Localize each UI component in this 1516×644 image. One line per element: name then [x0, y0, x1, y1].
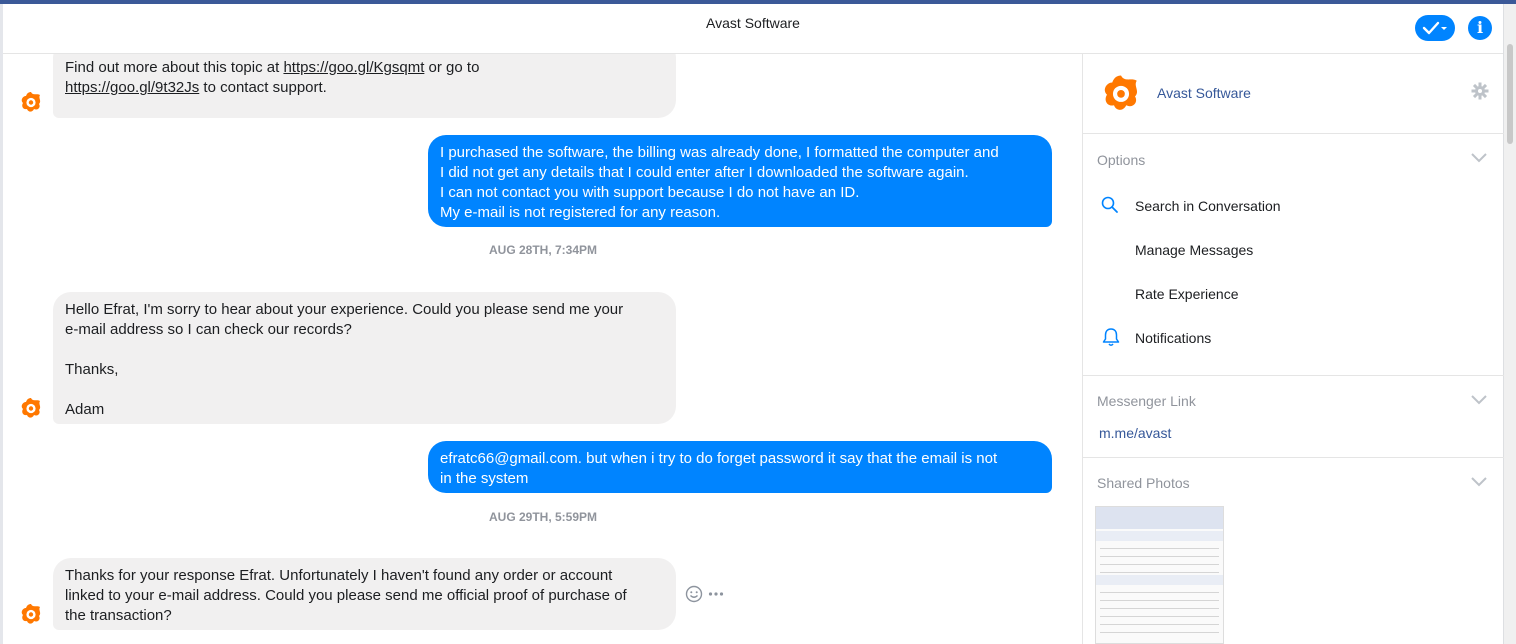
photo-row — [1100, 592, 1219, 593]
chevron-down-icon[interactable] — [1471, 153, 1487, 163]
photo-row — [1100, 556, 1219, 557]
message-timestamp: AUG 29TH, 5:59PM — [488, 510, 598, 524]
chevron-down-icon[interactable] — [1471, 395, 1487, 405]
photo-row — [1100, 548, 1219, 549]
options-section-title[interactable]: Options — [1097, 152, 1145, 168]
message-text: or go to — [424, 59, 480, 76]
conversation-panel[interactable]: Find out more about this topic at https:… — [3, 54, 1082, 644]
avast-logo-icon — [1104, 75, 1138, 110]
message-bubble-incoming: Thanks for your response Efrat. Unfortun… — [53, 558, 676, 630]
photo-row — [1100, 600, 1219, 601]
avast-avatar-icon — [21, 604, 41, 624]
avast-avatar-icon — [21, 92, 41, 112]
shared-photos-section-title[interactable]: Shared Photos — [1097, 475, 1190, 491]
conversation-header: Avast Software i — [3, 4, 1503, 54]
option-rate-experience[interactable]: Rate Experience — [1135, 286, 1239, 302]
photo-band — [1096, 575, 1223, 585]
check-dropdown-icon — [1422, 21, 1447, 35]
conversation-details-sidebar: Avast Software Options Search in Convers… — [1082, 54, 1504, 644]
check-dropdown-button[interactable] — [1415, 15, 1455, 41]
emoji-react-icon[interactable] — [685, 585, 703, 603]
message-link[interactable]: https://goo.gl/9t32Js — [65, 79, 199, 96]
sidebar-brand: Avast Software — [1083, 54, 1504, 134]
search-icon — [1101, 196, 1118, 213]
photo-row — [1100, 572, 1219, 573]
message-bubble-outgoing: efratc66@gmail.com. but when i try to do… — [428, 441, 1052, 493]
scrollbar[interactable] — [1503, 4, 1516, 644]
photo-row — [1100, 616, 1219, 617]
chevron-down-icon[interactable] — [1471, 477, 1487, 487]
avast-avatar-icon — [21, 398, 41, 418]
message-timestamp: AUG 28TH, 7:34PM — [488, 243, 598, 257]
photo-row — [1100, 564, 1219, 565]
option-search-in-conversation[interactable]: Search in Conversation — [1135, 198, 1281, 214]
message-text: Find out more about this topic at — [65, 59, 284, 76]
photo-header-band — [1096, 507, 1223, 529]
photo-band — [1096, 531, 1223, 541]
divider — [1083, 457, 1504, 458]
message-bubble-outgoing: I purchased the software, the billing wa… — [428, 135, 1052, 227]
photo-row — [1100, 624, 1219, 625]
gear-icon[interactable] — [1471, 82, 1489, 100]
bell-icon — [1102, 328, 1120, 346]
scrollbar-thumb[interactable] — [1507, 44, 1513, 144]
option-manage-messages[interactable]: Manage Messages — [1135, 242, 1253, 258]
page-name-link[interactable]: Avast Software — [1157, 85, 1251, 101]
shared-photo-thumbnail[interactable] — [1095, 506, 1224, 644]
message-bubble-incoming: Find out more about this topic at https:… — [53, 54, 676, 118]
message-text: to contact support. — [199, 79, 327, 96]
info-icon[interactable]: i — [1468, 16, 1492, 40]
messenger-link[interactable]: m.me/avast — [1099, 425, 1171, 441]
messenger-link-section-title[interactable]: Messenger Link — [1097, 393, 1196, 409]
photo-row — [1100, 608, 1219, 609]
message-bubble-incoming: Hello Efrat, I'm sorry to hear about you… — [53, 292, 676, 424]
photo-row — [1100, 632, 1219, 633]
option-notifications[interactable]: Notifications — [1135, 330, 1211, 346]
page-title: Avast Software — [706, 15, 800, 31]
divider — [1083, 375, 1504, 376]
more-options-icon[interactable] — [708, 587, 724, 601]
message-link[interactable]: https://goo.gl/Kgsqmt — [283, 59, 424, 76]
